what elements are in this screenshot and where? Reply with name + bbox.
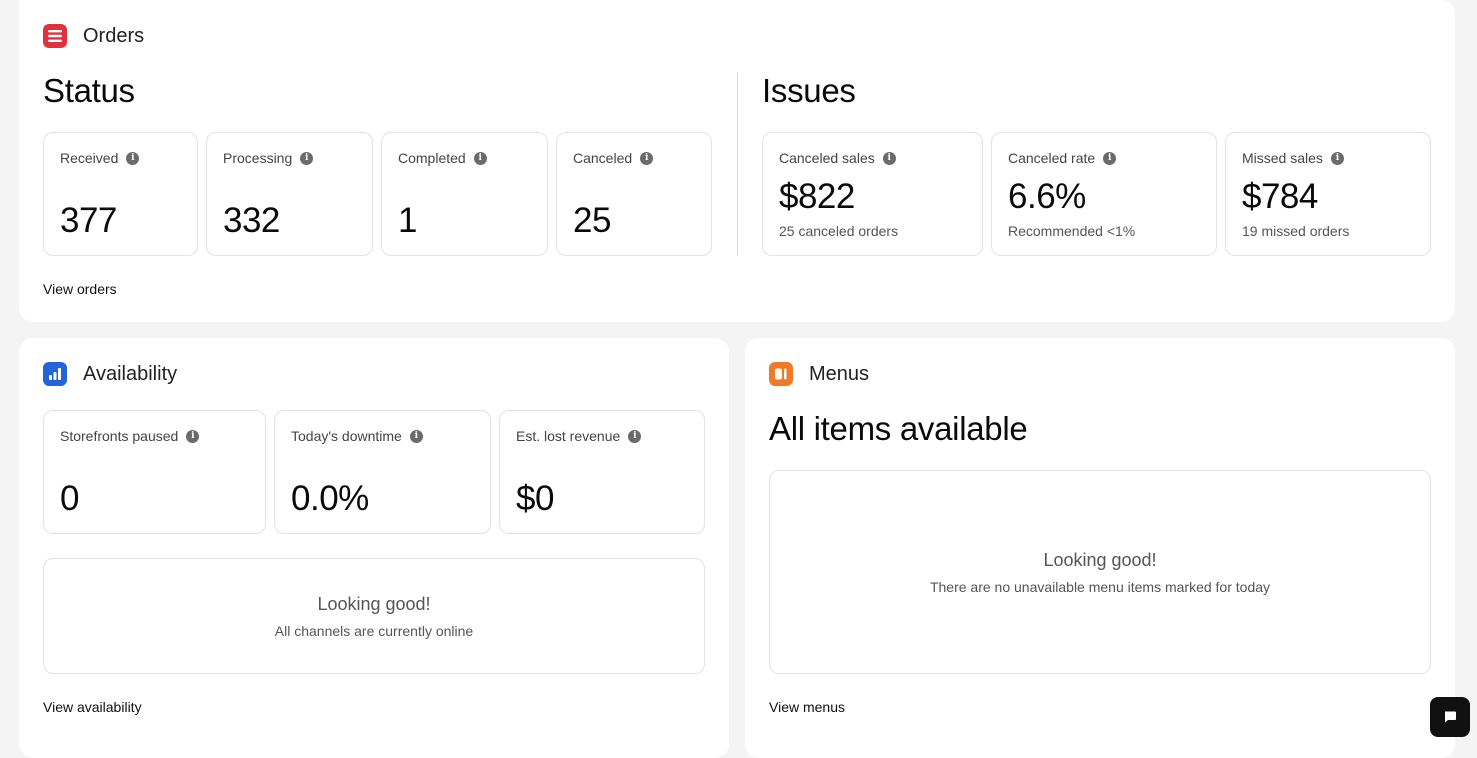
info-icon[interactable]: i xyxy=(628,429,642,443)
metric-label: Storefronts paused xyxy=(60,428,179,444)
metric-value: 1 xyxy=(398,201,417,240)
info-icon[interactable]: i xyxy=(882,151,896,165)
metric-canceled: Canceled i 25 xyxy=(556,132,712,256)
orders-title: Orders xyxy=(83,24,145,47)
info-icon[interactable]: i xyxy=(186,429,200,443)
metric-label: Processing xyxy=(223,150,293,166)
metric-storefronts-paused: Storefronts paused i 0 xyxy=(43,410,266,534)
metric-label: Canceled rate xyxy=(1008,150,1096,166)
metric-label: Canceled xyxy=(573,150,633,166)
metric-label: Est. lost revenue xyxy=(516,428,621,444)
metric-label: Canceled sales xyxy=(779,150,875,166)
availability-empty-state: Looking good! All channels are currently… xyxy=(43,558,705,674)
metric-subtext: 25 canceled orders xyxy=(779,223,899,239)
metric-todays-downtime: Today's downtime i 0.0% xyxy=(274,410,491,534)
empty-state-title: Looking good! xyxy=(317,593,431,614)
empty-state-subtitle: All channels are currently online xyxy=(274,622,474,639)
availability-card: Availability Storefronts paused i 0 Today… xyxy=(19,338,729,758)
metric-value: 6.6% xyxy=(1008,177,1086,216)
metric-value: $784 xyxy=(1242,177,1318,216)
metric-value: $822 xyxy=(779,177,855,216)
metric-est-lost-revenue: Est. lost revenue i $0 xyxy=(499,410,705,534)
info-icon[interactable]: i xyxy=(473,151,487,165)
metric-label: Completed xyxy=(398,150,466,166)
metric-subtext: Recommended <1% xyxy=(1008,223,1136,239)
bar-chart-icon xyxy=(43,362,67,386)
empty-state-title: Looking good! xyxy=(1043,549,1157,570)
menus-empty-state: Looking good! There are no unavailable m… xyxy=(769,470,1431,674)
metric-label: Today's downtime xyxy=(291,428,402,444)
metric-processing: Processing i 332 xyxy=(206,132,373,256)
metric-canceled-sales: Canceled sales i $822 25 canceled orders xyxy=(762,132,983,256)
chat-icon xyxy=(1445,711,1456,723)
metric-value: $0 xyxy=(516,479,554,518)
info-icon[interactable]: i xyxy=(1330,151,1344,165)
metric-received: Received i 377 xyxy=(43,132,198,256)
orders-stack-icon xyxy=(43,24,67,48)
menus-heading: All items available xyxy=(769,410,1028,447)
metric-value: 377 xyxy=(60,201,117,240)
view-availability-link[interactable]: View availability xyxy=(43,699,142,715)
info-icon[interactable]: i xyxy=(1103,151,1117,165)
info-icon[interactable]: i xyxy=(409,429,423,443)
info-icon[interactable]: i xyxy=(640,151,654,165)
menus-title: Menus xyxy=(809,362,870,385)
info-icon[interactable]: i xyxy=(300,151,314,165)
status-heading: Status xyxy=(43,72,135,109)
view-orders-link[interactable]: View orders xyxy=(43,281,117,297)
menus-header: Menus xyxy=(769,362,869,386)
menu-icon xyxy=(769,362,793,386)
metric-completed: Completed i 1 xyxy=(381,132,548,256)
orders-header: Orders xyxy=(43,24,144,48)
metric-canceled-rate: Canceled rate i 6.6% Recommended <1% xyxy=(991,132,1217,256)
metric-missed-sales: Missed sales i $784 19 missed orders xyxy=(1225,132,1431,256)
orders-card: Orders Status Received i 377 Processing i … xyxy=(19,0,1455,322)
metric-label: Received xyxy=(60,150,119,166)
metric-label: Missed sales xyxy=(1242,150,1323,166)
chat-button[interactable] xyxy=(1430,697,1470,737)
metric-subtext: 19 missed orders xyxy=(1242,223,1350,239)
issues-heading: Issues xyxy=(762,72,856,109)
menus-card: Menus All items available Looking good! … xyxy=(745,338,1455,758)
metric-value: 0 xyxy=(60,479,79,518)
view-menus-link[interactable]: View menus xyxy=(769,699,845,715)
metric-value: 332 xyxy=(223,201,280,240)
section-divider xyxy=(737,72,738,256)
availability-header: Availability xyxy=(43,362,177,386)
empty-state-subtitle: There are no unavailable menu items mark… xyxy=(929,578,1271,595)
metric-value: 0.0% xyxy=(291,479,369,518)
availability-title: Availability xyxy=(83,362,178,385)
metric-value: 25 xyxy=(573,201,611,240)
info-icon[interactable]: i xyxy=(126,151,140,165)
